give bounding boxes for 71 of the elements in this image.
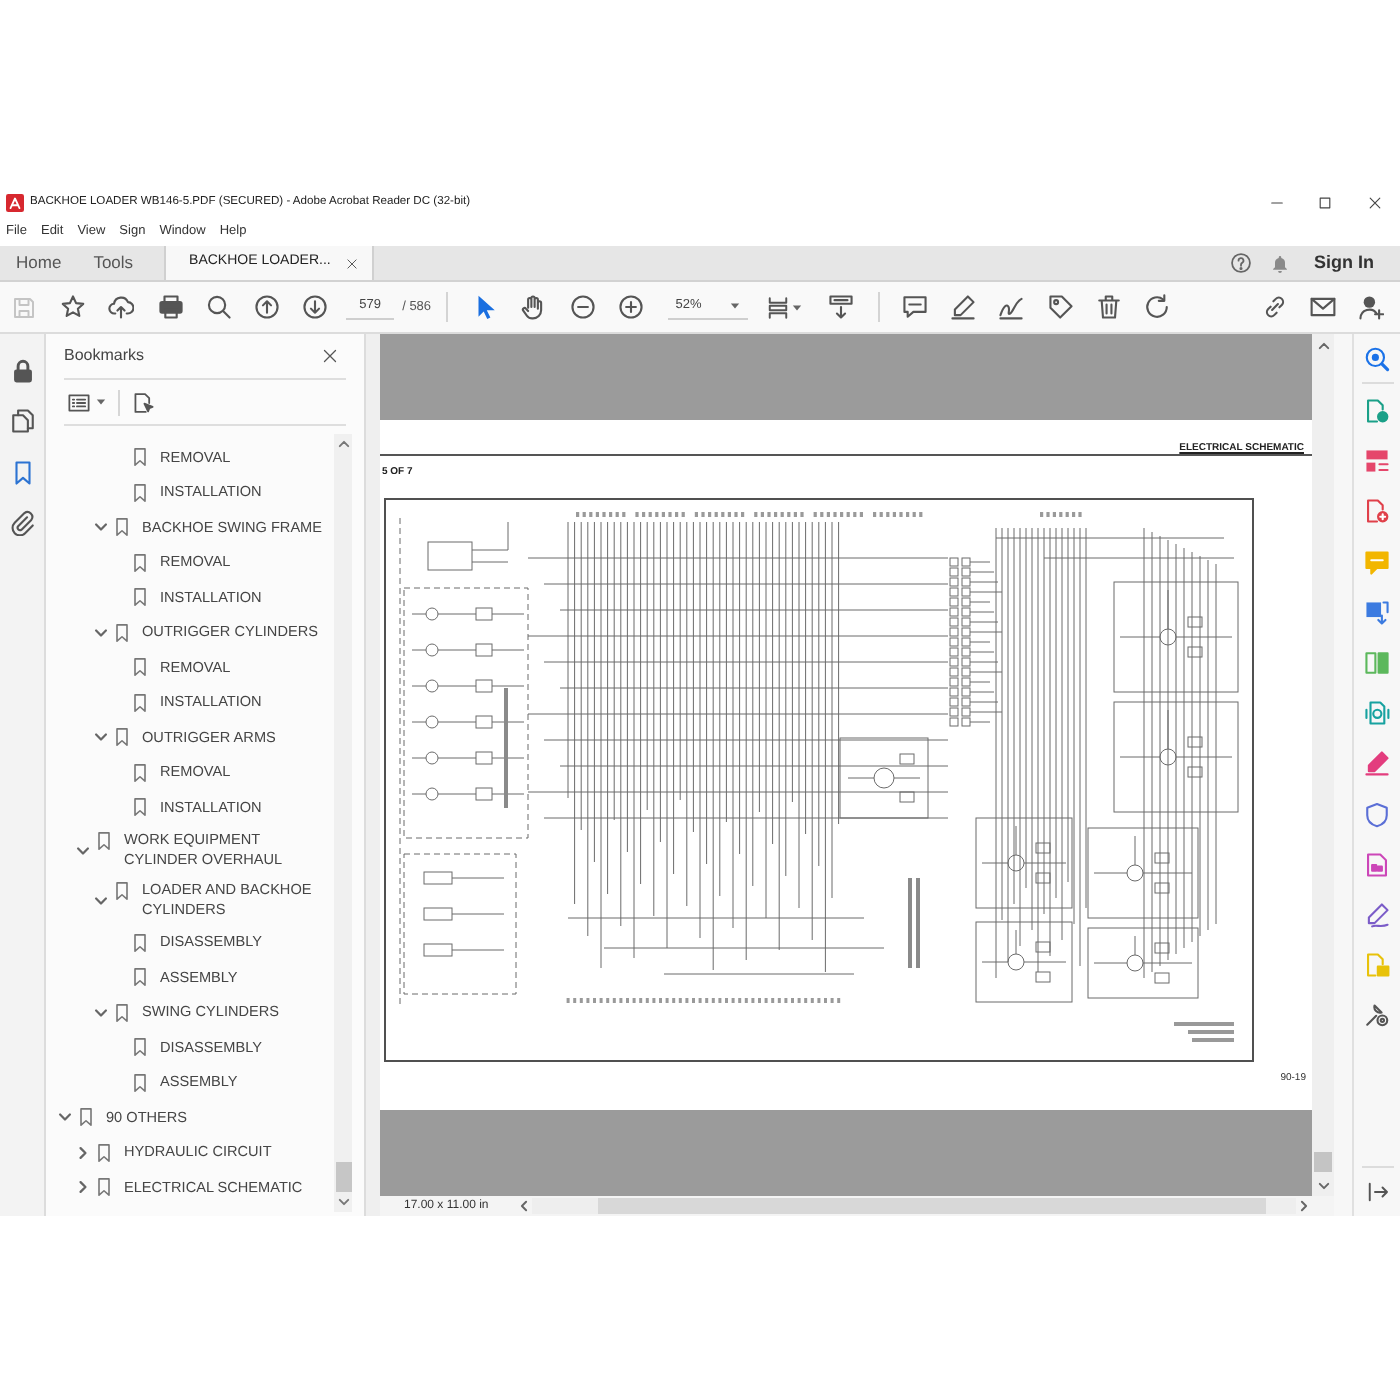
zoom-in-icon[interactable]	[618, 294, 645, 320]
list-options-icon[interactable]	[68, 391, 90, 413]
chevron-up-icon[interactable]	[337, 438, 349, 450]
tab[interactable]: Tools	[77, 246, 150, 280]
pages-icon[interactable]	[9, 408, 35, 434]
chevron-down-icon[interactable]	[94, 1005, 108, 1020]
trash-icon[interactable]	[1095, 294, 1122, 320]
chevron-left-icon[interactable]	[518, 1200, 530, 1212]
tag-icon[interactable]	[1047, 294, 1074, 320]
search-icon[interactable]	[205, 294, 232, 320]
lock-icon[interactable]	[9, 357, 35, 383]
sign-in-link[interactable]: Sign In	[1314, 249, 1374, 277]
comment-icon[interactable]	[901, 294, 928, 320]
chevron-right-icon[interactable]	[1298, 1200, 1310, 1212]
signature-icon[interactable]	[1364, 901, 1390, 928]
page-arrow-icon[interactable]	[1364, 398, 1390, 424]
chevron-down-icon[interactable]	[94, 520, 108, 535]
bell-icon[interactable]	[1270, 253, 1290, 273]
mail-icon[interactable]	[1310, 294, 1337, 320]
scrollbar-thumb[interactable]	[1314, 1152, 1332, 1172]
page-plus-icon[interactable]	[1364, 498, 1390, 525]
scrollbar-thumb[interactable]	[335, 1162, 351, 1192]
user-icon[interactable]	[1358, 294, 1385, 320]
highlighter-icon[interactable]	[949, 294, 976, 320]
panel-title: Bookmarks	[64, 344, 145, 368]
signature-icon[interactable]	[998, 294, 1025, 320]
bookmark-icon[interactable]	[9, 459, 35, 485]
caret-icon[interactable]	[792, 303, 803, 311]
zoom-out-icon[interactable]	[569, 294, 596, 320]
bookmark-icon	[116, 881, 128, 899]
zoom-search-icon[interactable]	[1364, 345, 1390, 371]
tab[interactable]: Home	[0, 246, 78, 280]
chevron-down-icon[interactable]	[1317, 1179, 1329, 1191]
star-icon[interactable]	[59, 294, 86, 320]
fit-page-icon[interactable]	[766, 295, 791, 319]
bar-arrow-down-icon[interactable]	[828, 294, 855, 320]
page-badge-icon[interactable]	[1364, 700, 1390, 727]
wrench-icon[interactable]	[1364, 1002, 1390, 1029]
shield-icon[interactable]	[1364, 801, 1390, 827]
chevron-down-icon[interactable]	[94, 730, 108, 745]
maximize-icon[interactable]	[1317, 195, 1331, 209]
chevron-down-icon[interactable]	[337, 1196, 349, 1208]
chevron-down-icon[interactable]	[58, 1110, 72, 1125]
rotate-icon[interactable]	[1144, 294, 1171, 320]
caret-icon[interactable]	[729, 302, 740, 310]
chevron-down-icon[interactable]	[94, 893, 108, 907]
page-cursor-icon[interactable]	[132, 391, 154, 413]
paperclip-icon[interactable]	[9, 510, 35, 536]
chevron-right-icon[interactable]	[76, 1145, 90, 1160]
arrow-up-circle-icon[interactable]	[254, 294, 281, 320]
form-icon[interactable]	[1364, 851, 1390, 878]
chevron-right-icon[interactable]	[76, 1180, 90, 1195]
close-icon[interactable]	[322, 348, 338, 364]
chevron-down-icon[interactable]	[76, 843, 90, 857]
page-export-icon[interactable]	[1364, 599, 1390, 626]
chevron-up-icon[interactable]	[1317, 339, 1329, 351]
link-icon[interactable]	[1261, 294, 1288, 320]
help-icon[interactable]	[1230, 252, 1252, 274]
close-icon[interactable]	[346, 257, 359, 269]
caret-icon[interactable]	[96, 398, 106, 406]
print-icon[interactable]	[157, 294, 184, 320]
cloud-upload-icon[interactable]	[108, 294, 135, 320]
app-logo-icon	[6, 193, 24, 211]
hand-icon[interactable]	[520, 294, 547, 320]
pen-icon[interactable]	[1364, 750, 1390, 777]
panel-collapse-icon[interactable]	[1365, 1179, 1389, 1203]
bookmark-icon	[98, 831, 110, 849]
chevron-down-icon[interactable]	[94, 625, 108, 640]
arrow-down-circle-icon[interactable]	[302, 294, 329, 320]
layout-icon[interactable]	[1364, 448, 1390, 475]
close-icon[interactable]	[1367, 195, 1381, 209]
